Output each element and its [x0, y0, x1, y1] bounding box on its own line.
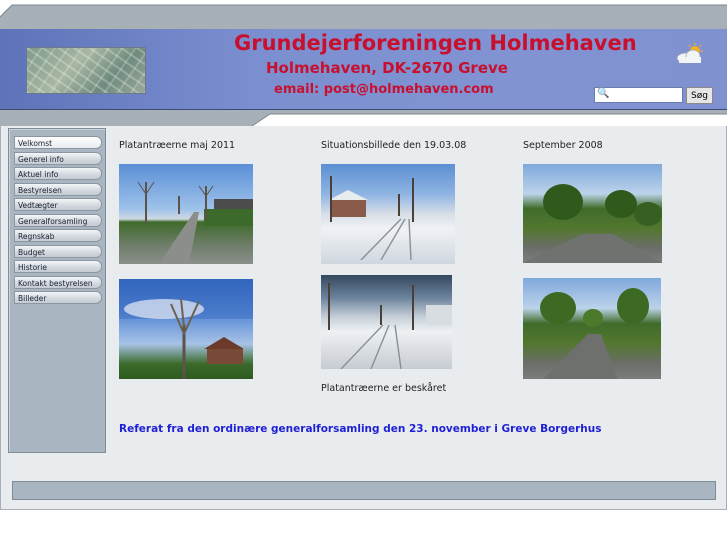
sidebar-item-historie[interactable]: Historie: [14, 260, 102, 273]
search-input[interactable]: [609, 88, 681, 102]
magnifier-icon: 🔍: [597, 88, 610, 99]
sidebar-item-generel-info[interactable]: Generel info: [14, 151, 102, 165]
photo-green-street-1[interactable]: [523, 164, 662, 263]
sidebar-item-generalforsamling[interactable]: Generalforsamling: [14, 213, 102, 227]
site-title: Grundejerforeningen Holmehaven: [234, 31, 637, 55]
aerial-photo: [26, 47, 146, 94]
sidebar-item-velkomst[interactable]: Velkomst: [14, 136, 102, 149]
referat-link[interactable]: Referat fra den ordinære generalforsamli…: [119, 423, 602, 435]
search-button[interactable]: Søg: [686, 87, 713, 104]
sidebar-item-regnskab[interactable]: Regnskab: [14, 229, 102, 242]
sidebar-nav: Velkomst Generel info Aktuel info Bestyr…: [14, 136, 102, 307]
footer-bar: [12, 481, 716, 500]
sidebar-item-budget[interactable]: Budget: [14, 244, 102, 258]
sidebar-item-bestyrelsen[interactable]: Bestyrelsen: [14, 182, 102, 196]
photo-snow-street-1[interactable]: [321, 164, 455, 264]
caption-platantraer-2011: Platantræerne maj 2011: [119, 140, 236, 151]
header-divider-band: [0, 110, 727, 126]
sidebar-item-vedtaegter[interactable]: Vedtægter: [14, 198, 102, 211]
photo-snow-street-2[interactable]: [321, 275, 452, 369]
sidebar-item-kontakt-bestyrelsen[interactable]: Kontakt bestyrelsen: [14, 275, 102, 289]
caption-september-2008: September 2008: [523, 140, 603, 151]
site-header: Grundejerforeningen Holmehaven Holmehave…: [0, 29, 727, 110]
top-tab-strip: [0, 4, 727, 30]
caption-situationsbillede: Situationsbillede den 19.03.08: [321, 140, 467, 151]
site-subtitle: Holmehaven, DK-2670 Greve: [266, 59, 508, 77]
photo-pruned-tree[interactable]: [119, 279, 253, 379]
search-field[interactable]: 🔍: [594, 87, 683, 103]
site-email[interactable]: email: post@holmehaven.com: [274, 82, 494, 97]
sun-cloud-icon: [676, 43, 703, 64]
sidebar-item-billeder[interactable]: Billeder: [14, 291, 102, 304]
caption-platantraer-beskaaret: Platantræerne er beskåret: [321, 383, 447, 394]
photo-street-trees-1[interactable]: [119, 164, 253, 264]
photo-green-street-2[interactable]: [523, 278, 661, 379]
sidebar-item-aktuel-info[interactable]: Aktuel info: [14, 167, 102, 180]
